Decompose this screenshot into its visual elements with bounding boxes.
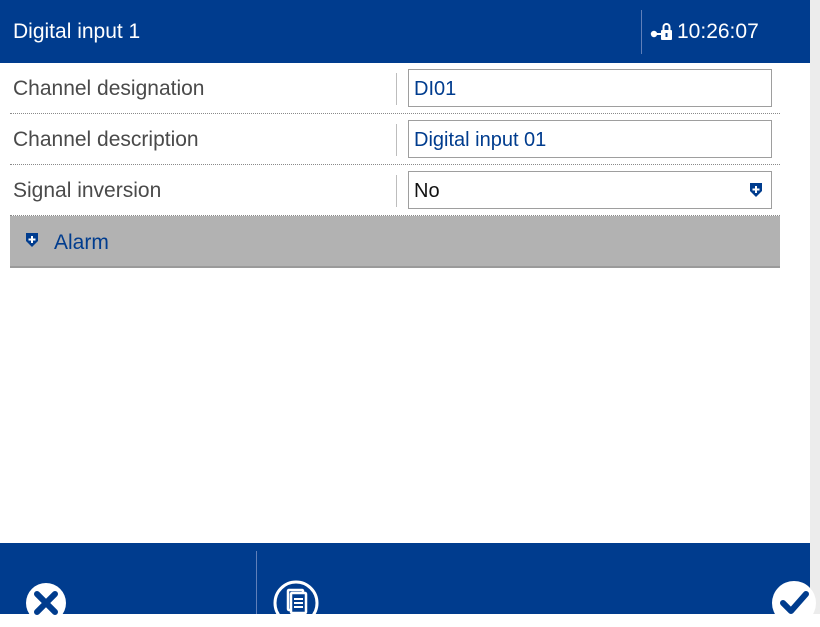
signal-inversion-select[interactable]: No [408,171,772,209]
scroll-gutter [810,0,820,614]
field-value: Digital input 01 [414,129,547,151]
channel-description-input[interactable]: Digital input 01 [408,120,772,158]
row-channel-designation: Channel designation DI01 [10,63,780,114]
row-divider [396,175,397,207]
parameter-list: Channel designation DI01 Channel descrip… [10,63,810,543]
dropdown-arrow-icon[interactable] [749,182,763,198]
row-signal-inversion: Signal inversion No [10,165,780,216]
user-lock-icon[interactable] [650,22,674,42]
left-gutter [0,63,10,543]
row-channel-description: Channel description Digital input 01 [10,114,780,165]
document-icon[interactable] [272,579,320,627]
expand-icon [26,233,38,247]
clock-time: 10:26:07 [677,20,759,43]
field-label: Signal inversion [13,179,162,202]
field-label: Channel description [13,128,199,151]
page-title: Digital input 1 [13,20,141,43]
title-bar: Digital input 1 10:26:07 [0,0,810,63]
row-divider [396,73,397,105]
field-value: DI01 [414,78,457,100]
footer-toolbar [0,543,816,626]
field-label: Channel designation [13,77,205,100]
checkmark-icon[interactable] [764,579,820,627]
cancel-icon[interactable] [22,579,70,627]
field-value: No [414,180,440,202]
footer-divider [256,551,257,614]
alarm-group-header[interactable]: Alarm [10,216,780,268]
header-divider [641,10,642,54]
row-divider [396,124,397,156]
group-label: Alarm [54,231,109,254]
channel-designation-input[interactable]: DI01 [408,69,772,107]
